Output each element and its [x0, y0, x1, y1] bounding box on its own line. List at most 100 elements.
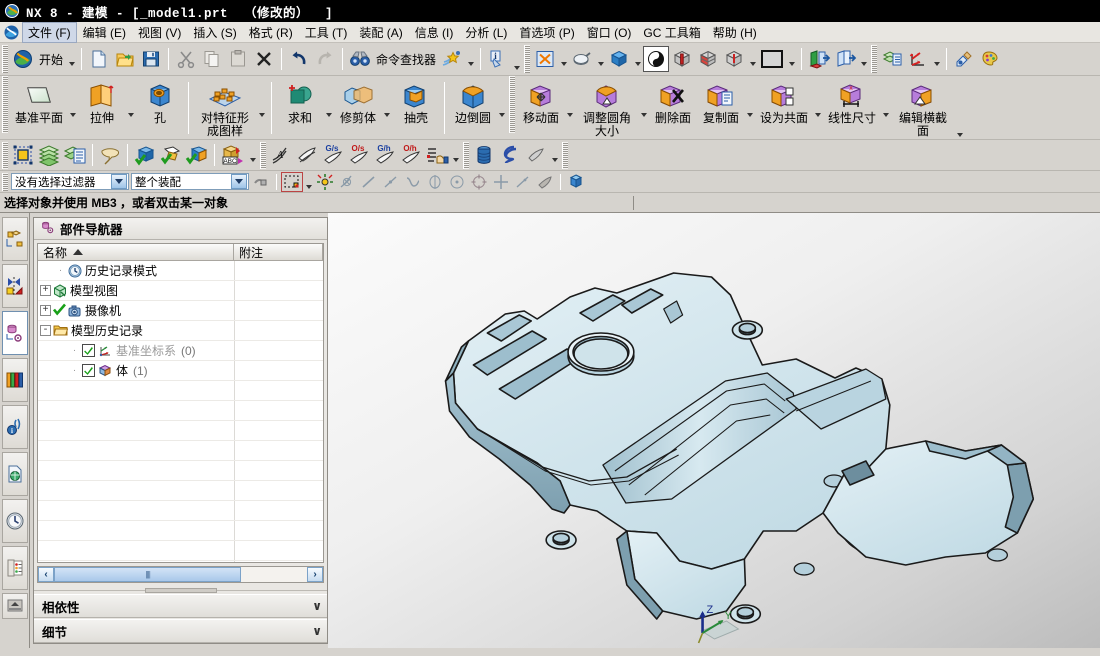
os-button[interactable]: O/s	[346, 142, 372, 168]
green-check-icon[interactable]	[52, 303, 66, 319]
snap-quadrant-button[interactable]	[424, 172, 446, 192]
shade-button[interactable]	[523, 142, 549, 168]
layer-list-button[interactable]	[879, 46, 905, 72]
rect-select-caret[interactable]	[303, 172, 314, 192]
expand-icon[interactable]: +	[40, 285, 51, 296]
ribbon-button-move-face[interactable]: 移动面	[517, 76, 565, 139]
snap-end-button[interactable]	[336, 172, 358, 192]
check-body-button[interactable]	[184, 142, 210, 168]
move-face-caret[interactable]	[565, 76, 575, 139]
cad-model-view[interactable]: Z Y	[328, 213, 1100, 648]
toolbar-grip[interactable]	[463, 141, 469, 169]
section-x-button[interactable]	[669, 46, 695, 72]
zoom-caret[interactable]	[595, 47, 606, 71]
gh-button[interactable]: G/h	[372, 142, 398, 168]
navigator-row[interactable]: · 基准坐标系 (0)	[38, 341, 323, 361]
resource-constraint-navigator[interactable]	[1, 264, 28, 308]
ribbon-button-unite[interactable]: 求和	[276, 76, 324, 139]
menu-item-11[interactable]: GC 工具箱	[637, 22, 706, 43]
toolbar-grip[interactable]	[871, 44, 878, 74]
ribbon-button-copy-face[interactable]: 复制面	[697, 76, 745, 139]
abc-label-button[interactable]: ABC	[219, 142, 247, 168]
section-z-button[interactable]	[721, 46, 747, 72]
ribbon-button-hole[interactable]: 孔	[136, 76, 184, 139]
unite-caret[interactable]	[324, 76, 334, 139]
navigator-row[interactable]: · 体 (1)	[38, 361, 323, 381]
navigator-row[interactable]: - 模型历史记录	[38, 321, 323, 341]
open-button[interactable]	[112, 46, 138, 72]
nx-app-icon[interactable]	[2, 23, 20, 41]
spring-button[interactable]	[497, 142, 523, 168]
resize-blend-caret[interactable]	[639, 76, 649, 139]
toolbar-grip[interactable]	[509, 76, 516, 133]
trim-body-caret[interactable]	[382, 76, 392, 139]
extrude-caret[interactable]	[126, 76, 136, 139]
save-button[interactable]	[138, 46, 164, 72]
section-dependencies[interactable]: 相依性 ∨	[34, 594, 327, 618]
snap-midpoint-button[interactable]	[380, 172, 402, 192]
graphics-window[interactable]: Z Y	[328, 213, 1100, 648]
snap-intersection-button[interactable]	[490, 172, 512, 192]
pattern-feature-caret[interactable]	[257, 76, 267, 139]
linear-dimension-caret[interactable]	[881, 76, 891, 139]
note-button[interactable]	[97, 142, 123, 168]
analysis-face-button[interactable]	[294, 142, 320, 168]
chevron-down-icon[interactable]	[231, 174, 247, 189]
list-caret[interactable]	[450, 143, 461, 167]
make-coplanar-caret[interactable]	[813, 76, 823, 139]
ribbon-button-edit-section[interactable]: 编辑横截面	[891, 76, 955, 139]
shade-caret[interactable]	[549, 143, 560, 167]
scroll-thumb[interactable]	[54, 567, 242, 582]
edit-section-caret[interactable]	[955, 119, 965, 139]
ribbon-button-shell[interactable]: 抽壳	[392, 76, 440, 139]
menu-item-4[interactable]: 格式 (R)	[243, 22, 299, 43]
ribbon-button-make-coplanar[interactable]: 设为共面	[755, 76, 813, 139]
ribbon-button-pattern-feature[interactable]: 对特征形成图样	[193, 76, 257, 139]
shaded-with-edges-button[interactable]	[643, 46, 670, 72]
feature-checkbox[interactable]	[82, 344, 95, 357]
copy-button[interactable]	[199, 46, 225, 72]
splitter-handle[interactable]	[144, 587, 217, 593]
menu-item-9[interactable]: 首选项 (P)	[513, 22, 580, 43]
navigator-row[interactable]: + 模型视图	[38, 281, 323, 301]
toolbar-grip[interactable]	[2, 141, 8, 169]
undo-button[interactable]	[286, 46, 312, 72]
rotate-caret[interactable]	[632, 47, 643, 71]
new-button[interactable]	[86, 46, 112, 72]
edge-blend-caret[interactable]	[497, 76, 507, 139]
expand-icon[interactable]: +	[40, 305, 51, 316]
section-caret[interactable]	[747, 47, 758, 71]
snap-face-button[interactable]	[534, 172, 556, 192]
cylinder-button[interactable]	[471, 142, 497, 168]
toolbar-grip[interactable]	[2, 76, 8, 133]
navigator-hscrollbar[interactable]: ‹ ›	[37, 566, 324, 583]
datum-plane-caret[interactable]	[68, 76, 78, 139]
menu-item-3[interactable]: 插入 (S)	[187, 22, 242, 43]
toolbar-grip[interactable]	[2, 172, 8, 191]
select-general-button[interactable]	[250, 172, 272, 192]
ribbon-button-edge-blend[interactable]: 边倒圆	[449, 76, 497, 139]
analysis-a-button[interactable]: A	[268, 142, 294, 168]
scroll-left-button[interactable]: ‹	[38, 567, 54, 582]
resource-assembly-navigator[interactable]	[1, 217, 28, 261]
render-button[interactable]	[977, 46, 1003, 72]
fit-caret[interactable]	[558, 47, 569, 71]
toolbar-grip[interactable]	[260, 141, 266, 169]
snap-arc-center-button[interactable]	[468, 172, 490, 192]
resource-history[interactable]	[1, 499, 28, 543]
copy-face-caret[interactable]	[745, 76, 755, 139]
snap-line-button[interactable]	[358, 172, 380, 192]
resource-roles[interactable]	[1, 546, 28, 590]
panel-splitter[interactable]	[34, 586, 327, 594]
snap-point-enable-button[interactable]	[314, 172, 336, 192]
feature-checkbox[interactable]	[82, 364, 95, 377]
toolbar-grip[interactable]	[524, 44, 531, 74]
layer-category-button[interactable]	[62, 142, 88, 168]
abc-caret[interactable]	[247, 143, 258, 167]
material-button[interactable]	[951, 46, 977, 72]
menu-item-10[interactable]: 窗口 (O)	[581, 22, 638, 43]
check-geometry-button[interactable]	[132, 142, 158, 168]
check-face-button[interactable]	[158, 142, 184, 168]
ribbon-button-resize-blend[interactable]: 调整圆角大小	[575, 76, 639, 139]
ribbon-button-extrude[interactable]: 拉伸	[78, 76, 126, 139]
